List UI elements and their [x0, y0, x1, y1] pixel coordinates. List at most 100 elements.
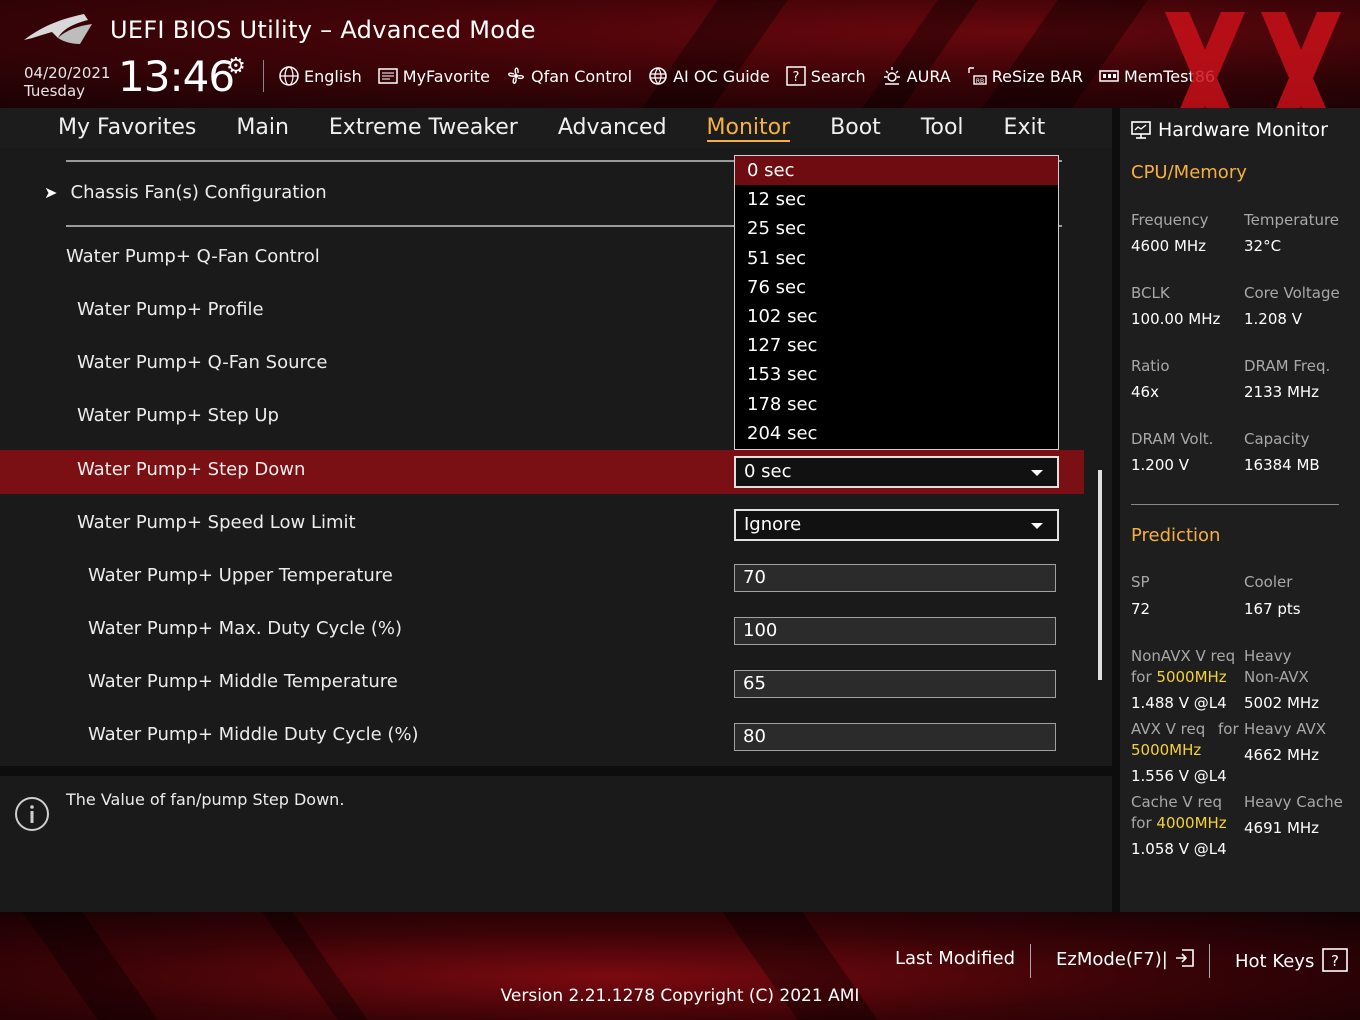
search-label: Search — [810, 66, 866, 86]
toolbar: English MyFavorite Qfan Control AI OC Gu… — [278, 62, 1230, 90]
hw-label: Heavy Cache — [1244, 793, 1343, 811]
question-box-icon: ? — [1322, 948, 1348, 972]
middle-temp-input[interactable]: 65 — [734, 670, 1056, 698]
hw-label: AVX V req for — [1131, 720, 1239, 738]
step-down-options-dropdown: 0 sec 12 sec 25 sec 51 sec 76 sec 102 se… — [734, 155, 1059, 450]
language-button[interactable]: English — [278, 65, 362, 87]
hot-keys-button[interactable]: Hot Keys ? — [1235, 948, 1348, 972]
hw-value: 1.058 V @L4 — [1131, 840, 1227, 858]
memory-icon — [1099, 70, 1119, 82]
tab-my-favorites[interactable]: My Favorites — [0, 108, 216, 148]
setting-step-down-label[interactable]: Water Pump+ Step Down — [77, 459, 305, 480]
tab-extreme-tweaker[interactable]: Extreme Tweaker — [309, 108, 538, 148]
hw-for-text: for — [1131, 814, 1152, 832]
ai-oc-guide-button[interactable]: AI OC Guide — [647, 65, 770, 87]
version-text: Version 2.21.1278 Copyright (C) 2021 AMI — [500, 986, 860, 1006]
hw-label: Heavy AVX — [1244, 720, 1327, 738]
dropdown-option[interactable]: 127 sec — [735, 331, 1058, 360]
footer-separator — [1209, 944, 1210, 978]
hw-label: DRAM Freq. — [1244, 357, 1331, 375]
hw-label: for 4000MHz — [1131, 814, 1227, 832]
setting-qfan-control-label[interactable]: Water Pump+ Q-Fan Control — [66, 246, 320, 267]
hw-value: 32°C — [1244, 237, 1282, 255]
setting-step-up-label[interactable]: Water Pump+ Step Up — [77, 405, 279, 426]
middle-duty-input[interactable]: 80 — [734, 723, 1056, 751]
tab-advanced[interactable]: Advanced — [538, 108, 687, 148]
hw-value: 4662 MHz — [1244, 746, 1320, 764]
setting-upper-temp-label[interactable]: Water Pump+ Upper Temperature — [88, 565, 393, 586]
aura-light-icon — [883, 67, 900, 85]
hw-label: NonAVX V req — [1131, 647, 1236, 665]
hw-value: 2133 MHz — [1244, 383, 1320, 401]
qfan-control-label: Qfan Control — [531, 66, 633, 86]
hw-value: 1.556 V @L4 — [1131, 767, 1227, 785]
day-text: Tuesday — [24, 82, 86, 100]
help-text: The Value of fan/pump Step Down. — [66, 790, 345, 809]
hot-keys-label: Hot Keys — [1235, 951, 1315, 972]
dropdown-option[interactable]: 51 sec — [735, 244, 1058, 273]
header-bar: UEFI BIOS Utility – Advanced Mode 04/20/… — [0, 0, 1360, 108]
upper-temp-input[interactable]: 70 — [734, 564, 1056, 592]
hw-for-text: for — [1218, 720, 1239, 738]
setting-max-duty-label[interactable]: Water Pump+ Max. Duty Cycle (%) — [88, 618, 402, 639]
last-modified-button[interactable]: Last Modified — [895, 948, 1015, 969]
speed-low-limit-select[interactable]: Ignore — [734, 509, 1059, 541]
hw-label: Frequency — [1131, 211, 1209, 229]
hw-freq-highlight: 4000MHz — [1156, 814, 1227, 832]
hardware-monitor-header: Hardware Monitor — [1130, 112, 1328, 148]
dropdown-option[interactable]: 153 sec — [735, 360, 1058, 389]
setting-middle-temp-label[interactable]: Water Pump+ Middle Temperature — [88, 671, 398, 692]
date-display: 04/20/2021 Tuesday — [24, 64, 110, 100]
hw-label: Capacity — [1244, 430, 1310, 448]
max-duty-input[interactable]: 100 — [734, 617, 1056, 645]
resize-bar-button[interactable]: RB ReSize BAR — [966, 65, 1083, 87]
tab-tool[interactable]: Tool — [901, 108, 984, 148]
prediction-heading: Prediction — [1131, 525, 1221, 546]
main-nav-tabs: My Favorites Main Extreme Tweaker Advanc… — [0, 108, 1112, 148]
search-question-icon: ? — [785, 66, 806, 86]
hw-value: 16384 MB — [1244, 456, 1320, 474]
setting-qfan-source-label[interactable]: Water Pump+ Q-Fan Source — [77, 352, 328, 373]
search-button[interactable]: ? Search — [785, 65, 866, 87]
myfavorite-button[interactable]: MyFavorite — [377, 65, 490, 87]
tab-boot[interactable]: Boot — [810, 108, 901, 148]
hw-value: 4691 MHz — [1244, 819, 1320, 837]
chassis-fan-config-link[interactable]: ➤ Chassis Fan(s) Configuration — [44, 182, 327, 203]
hw-label: BCLK — [1131, 284, 1170, 302]
step-down-select[interactable]: 0 sec — [734, 456, 1059, 488]
aura-button[interactable]: AURA — [881, 65, 951, 87]
qfan-control-button[interactable]: Qfan Control — [505, 65, 632, 87]
svg-text:?: ? — [1331, 952, 1339, 970]
dropdown-option[interactable]: 25 sec — [735, 214, 1058, 243]
dropdown-option[interactable]: 204 sec — [735, 419, 1058, 448]
hw-label: SP — [1131, 573, 1150, 591]
dropdown-option[interactable]: 102 sec — [735, 302, 1058, 331]
tab-exit[interactable]: Exit — [984, 108, 1066, 148]
tab-monitor[interactable]: Monitor — [687, 108, 811, 148]
hw-value: 100.00 MHz — [1131, 310, 1221, 328]
settings-scrollbar[interactable] — [1098, 470, 1102, 680]
dropdown-option[interactable]: 178 sec — [735, 390, 1058, 419]
dropdown-option[interactable]: 76 sec — [735, 273, 1058, 302]
clock-settings-gear-icon[interactable]: ⚙ — [226, 54, 246, 79]
hw-value: 5002 MHz — [1244, 694, 1320, 712]
chevron-down-icon — [1031, 470, 1043, 476]
resize-bar-label: ReSize BAR — [991, 66, 1083, 86]
hw-label-text: AVX V req — [1131, 720, 1206, 738]
ezmode-label: EzMode(F7)| — [1056, 949, 1168, 970]
setting-middle-duty-label[interactable]: Water Pump+ Middle Duty Cycle (%) — [88, 724, 419, 745]
dropdown-option[interactable]: 12 sec — [735, 185, 1058, 214]
hw-value: 4600 MHz — [1131, 237, 1207, 255]
setting-speed-low-limit-label[interactable]: Water Pump+ Speed Low Limit — [77, 512, 356, 533]
chassis-fan-config-label: Chassis Fan(s) Configuration — [70, 182, 327, 203]
ezmode-button[interactable]: EzMode(F7)| — [1056, 948, 1196, 970]
hw-value: 1.488 V @L4 — [1131, 694, 1227, 712]
app-title: UEFI BIOS Utility – Advanced Mode — [110, 16, 536, 44]
chevron-down-icon — [1031, 523, 1043, 529]
hw-label: Core Voltage — [1244, 284, 1340, 302]
aura-label: AURA — [906, 66, 951, 86]
setting-profile-label[interactable]: Water Pump+ Profile — [77, 299, 264, 320]
dropdown-option[interactable]: 0 sec — [735, 156, 1058, 186]
tab-main[interactable]: Main — [216, 108, 309, 148]
hw-value: 167 pts — [1244, 600, 1301, 618]
